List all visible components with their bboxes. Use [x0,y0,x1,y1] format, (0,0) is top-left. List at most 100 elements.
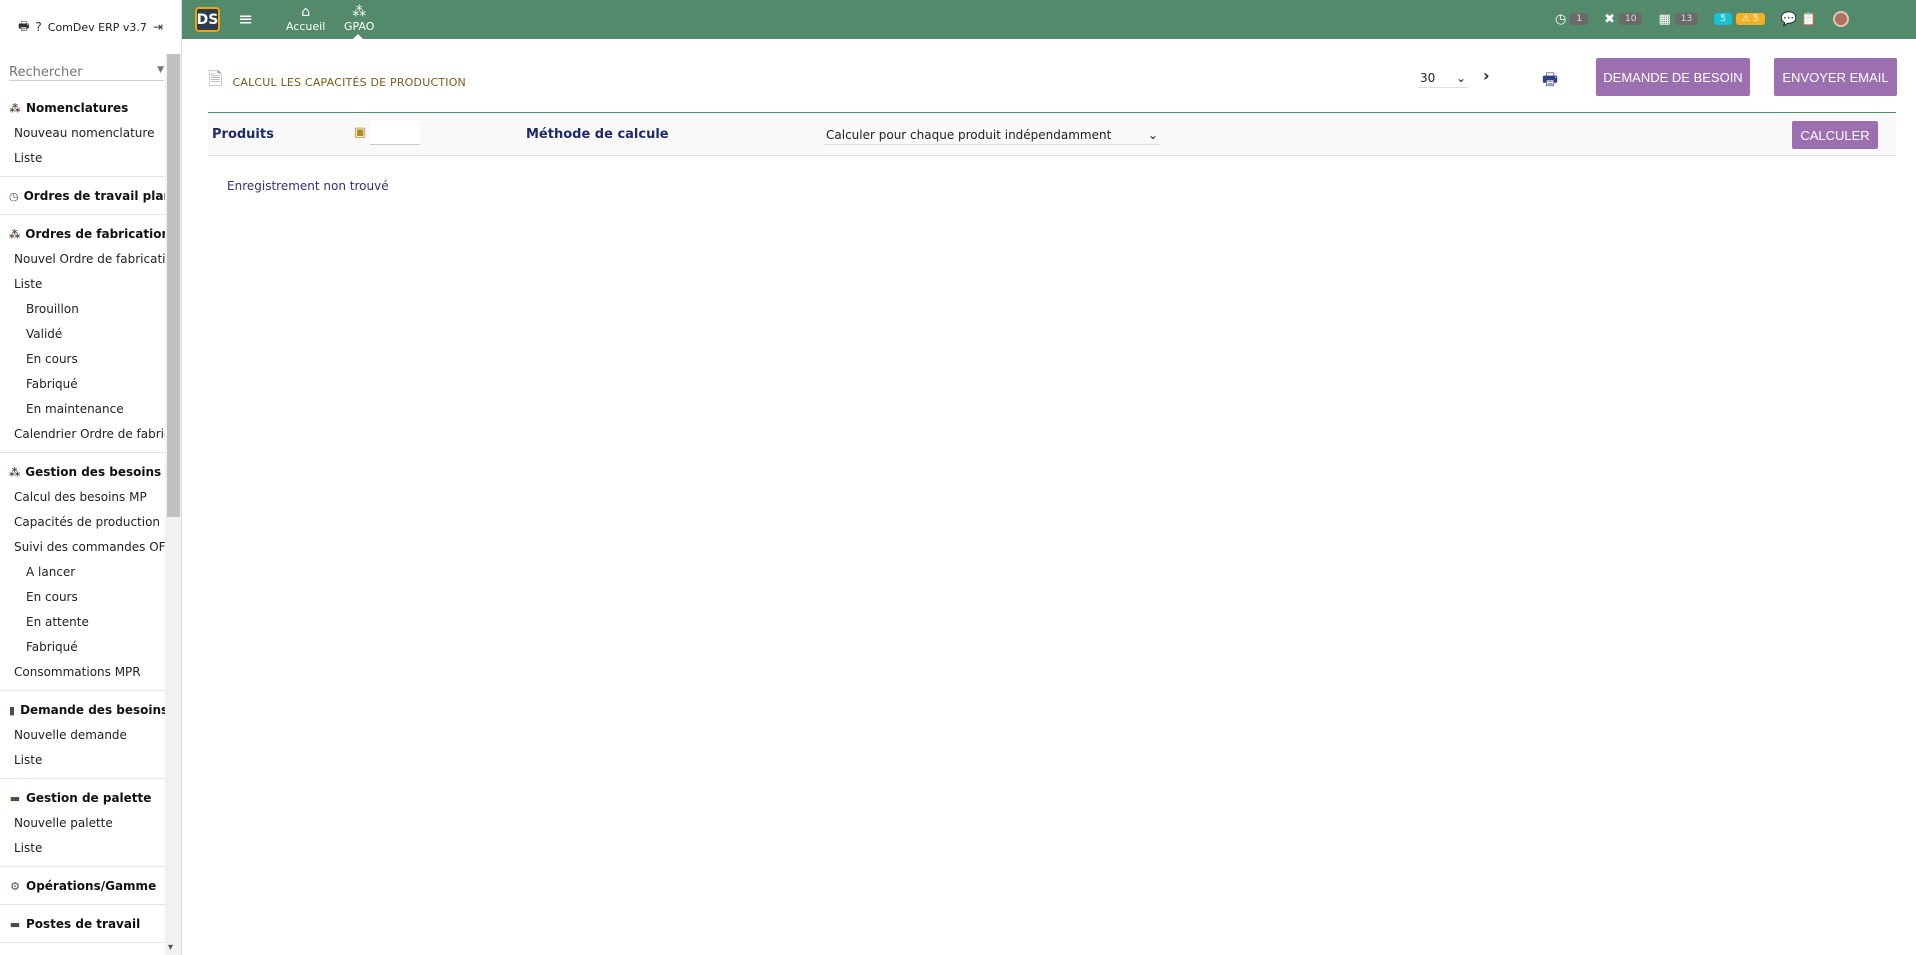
menu-group: ▮ Demande des besoins MP Nouvelle demandeL… [0,700,165,779]
page-header: 🗎 CALCUL LES CAPACITÉS DE PRODUCTION [208,67,466,97]
sidebar-item[interactable]: Validé [0,323,165,348]
home-icon: ⌂ [301,4,311,20]
sidebar-item[interactable]: Calcul des besoins MP [0,486,165,511]
print-icon[interactable]: 🖶 [1542,67,1558,96]
clock-icon: ◷ [9,189,19,203]
menu-group-title[interactable]: ⁂ Gestion des besoins et capacités [0,462,165,486]
chat-icon[interactable]: 💬 [1781,12,1797,27]
nav-gpao-label: GPAO [344,20,375,33]
menu-group-title[interactable]: ◷ Ordres de travail planifiés [0,186,165,210]
menu-group: ▬ Postes de travail [0,914,165,943]
help-icon[interactable]: ? [35,20,41,34]
clock-badge: 1 [1570,13,1589,25]
menu-group-label: Demande des besoins MP [20,703,165,717]
workstation-icon: ▬ [9,917,21,931]
clipboard-icon[interactable]: 📋 [1801,12,1817,27]
sidebar-menu: ⁂ Nomenclatures Nouveau nomenclature Liste ◷… [0,98,165,952]
sidebar-item[interactable]: Nouvelle palette [0,812,165,837]
produits-input[interactable] [370,121,420,145]
clock-icon[interactable]: ◷ [1555,12,1566,27]
nav-accueil[interactable]: ⌂ Accueil [286,4,325,33]
page-title: CALCUL LES CAPACITÉS DE PRODUCTION [232,75,466,89]
top-bar: DS ≡ ⌂ Accueil ⁂ GPAO ◷ 1 ✖ 10 ▦ 13 5 ⚠ … [182,0,1916,39]
sidebar-item[interactable]: Nouvel Ordre de fabrication [0,248,165,273]
menu-group-label: Gestion des besoins et capacités [25,465,165,479]
scrollbar-thumb[interactable] [167,54,180,517]
tools-badge: 10 [1619,13,1643,25]
chevron-down-icon: ⌄ [1455,70,1466,85]
calendar-icon[interactable]: ▦ [1658,12,1670,27]
menu-group-label: Ordres de fabrication [25,227,165,241]
methode-label: Méthode de calcule [526,127,669,142]
nav-accueil-label: Accueil [286,20,326,33]
menu-group-title[interactable]: ▮ Demande des besoins MP [0,700,165,724]
sidebar-item[interactable]: Consommations MPR [0,661,165,686]
menu-group-label: Opérations/Gamme [26,879,157,893]
sidebar-item[interactable]: Fabriqué [0,373,165,398]
per-page-select[interactable]: 30 ⌄ [1418,68,1468,88]
menu-group: ◷ Ordres de travail planifiés [0,186,165,215]
envoyer-email-button[interactable]: ENVOYER EMAIL [1774,58,1897,96]
sidebar-item[interactable]: Fabriqué [0,636,165,661]
menu-group-title[interactable]: ⁂ Ordres de fabrication [0,224,165,248]
search-input[interactable] [9,65,164,80]
sidebar-item[interactable]: Brouillon [0,298,165,323]
sidebar-item[interactable]: Liste [0,837,165,862]
cubes-icon: ⁂ [9,465,21,479]
sidebar-item[interactable]: Nouvelle demande [0,724,165,749]
methode-select[interactable]: Calculer pour chaque produit indépendamm… [824,125,1160,145]
menu-group-label: Postes de travail [26,917,141,931]
menu-search[interactable]: ▼ [9,61,164,81]
hamburger-menu-icon[interactable]: ≡ [238,9,253,30]
menu-group: ▬ Gestion de palette Nouvelle palette Liste [0,788,165,867]
sidebar-item[interactable]: Liste [0,273,165,298]
print-icon[interactable]: 🖶 [18,17,29,38]
left-header: 🖶 ? ComDev ERP v3.7 ⇥ [0,0,181,54]
nav-gpao[interactable]: ⁂ GPAO [344,4,374,33]
calculer-button[interactable]: CALCULER [1792,121,1878,149]
sidebar-item[interactable]: Capacités de production [0,511,165,536]
menu-group-label: Nomenclatures [26,101,129,115]
menu-group-title[interactable]: ⚙ Opérations/Gamme [0,876,165,900]
sidebar-item[interactable]: Nouveau nomenclature [0,122,165,147]
tools-icon[interactable]: ✖ [1604,12,1615,27]
info-badge[interactable]: 5 [1714,13,1732,25]
document-icon: 🗎 [208,69,223,90]
app-logo[interactable]: DS [195,7,220,32]
app-name: ComDev ERP v3.7 [47,20,147,34]
warning-badge[interactable]: ⚠ 5 [1735,13,1765,25]
menu-group-label: Gestion de palette [26,791,152,805]
logout-icon[interactable]: ⇥ [153,20,163,34]
sidebar-item[interactable]: Calendrier Ordre de fabrication [0,423,165,448]
sidebar-scrollbar[interactable]: ▾ [165,54,181,955]
menu-group-label: Ordres de travail planifiés [23,189,165,203]
warning-icon: ⚠ [1741,14,1751,24]
avatar[interactable] [1833,11,1849,27]
calendar-badge: 13 [1674,13,1699,25]
empty-message: Enregistrement non trouvé [227,179,389,193]
scroll-down-icon[interactable]: ▾ [168,942,173,953]
next-page-icon[interactable]: › [1483,66,1490,85]
chevron-down-icon[interactable]: ▼ [157,65,164,75]
gear-icon: ⚙ [10,879,20,893]
active-nav-indicator [353,34,363,39]
sidebar-item[interactable]: Suivi des commandes OFs [0,536,165,561]
per-page-value: 30 [1420,70,1436,85]
cubes-icon: ⁂ [9,227,21,241]
sidebar-item[interactable]: En maintenance [0,398,165,423]
sidebar-item[interactable]: Liste [0,749,165,774]
menu-group-title[interactable]: ▬ Gestion de palette [0,788,165,812]
sitemap-icon: ⁂ [9,101,21,115]
calc-form: Produits ▣ Méthode de calcule Calculer p… [208,112,1896,156]
demande-de-besoin-button[interactable]: DEMANDE DE BESOIN [1596,58,1750,96]
sidebar-item[interactable]: En cours [0,586,165,611]
menu-group-title[interactable]: ⁂ Nomenclatures [0,98,165,122]
sidebar-item[interactable]: En cours [0,348,165,373]
menu-group-title[interactable]: ▬ Postes de travail [0,914,165,938]
sidebar-item[interactable]: En attente [0,611,165,636]
menu-group: ⁂ Ordres de fabrication Nouvel Ordre de fa… [0,224,165,453]
sidebar-item[interactable]: A lancer [0,561,165,586]
file-icon: ▮ [9,703,16,717]
sidebar-item[interactable]: Liste [0,147,165,172]
produits-label: Produits [212,127,274,142]
